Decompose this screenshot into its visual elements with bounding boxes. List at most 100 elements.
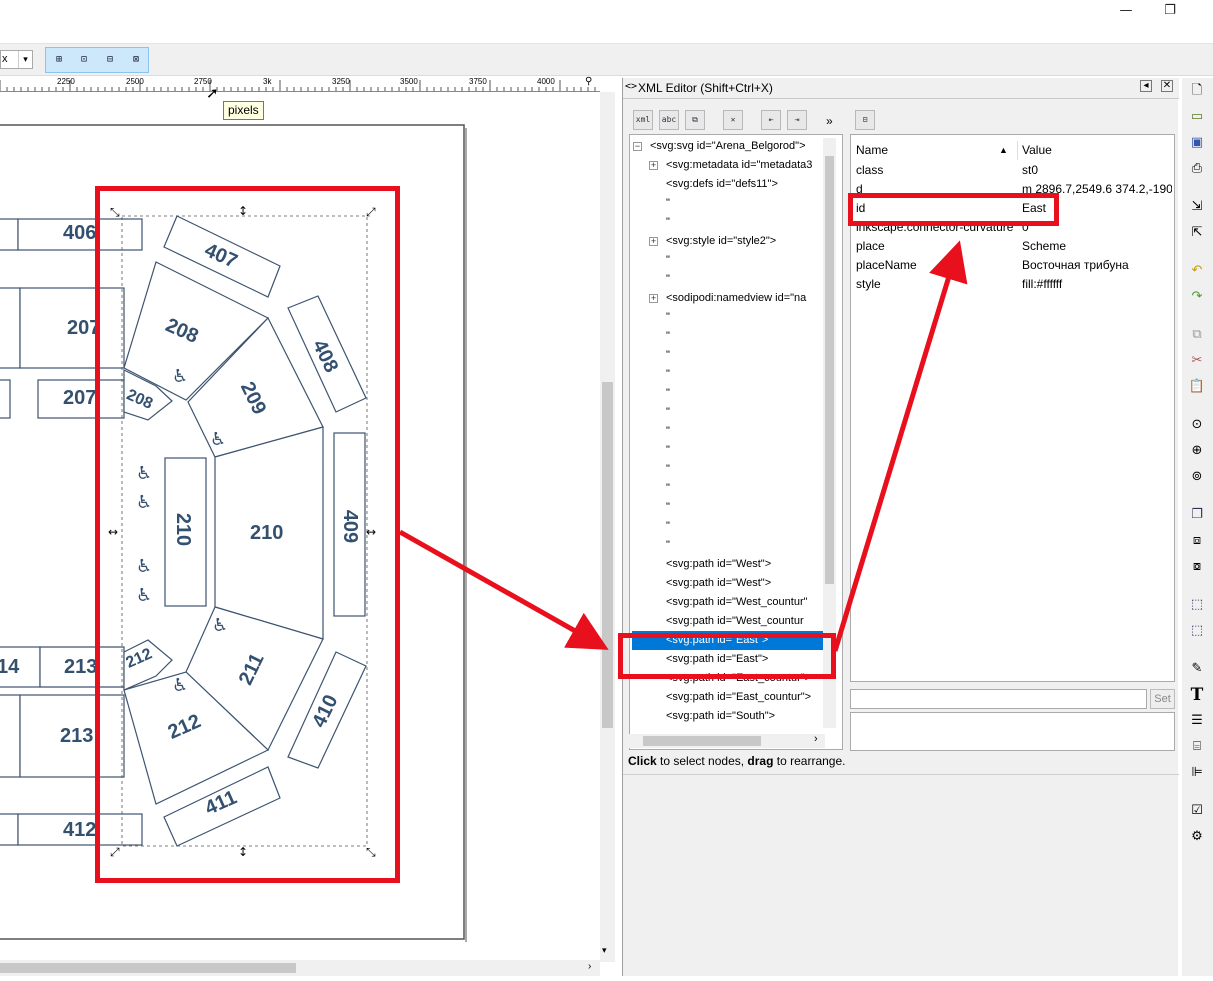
tree-node[interactable]: ": [630, 441, 830, 460]
set-button[interactable]: Set: [1150, 689, 1175, 709]
canvas-vertical-scrollbar[interactable]: ▾: [600, 92, 615, 962]
tree-horizontal-scrollbar[interactable]: ›: [629, 733, 825, 748]
copy-icon[interactable]: ⧉: [1188, 326, 1206, 344]
restore-button[interactable]: ❐: [1158, 2, 1182, 20]
tree-node[interactable]: ": [630, 213, 830, 232]
tree-node[interactable]: ": [630, 346, 830, 365]
expand-node-icon[interactable]: +: [649, 237, 658, 246]
scroll-down-icon[interactable]: ▾: [602, 945, 607, 956]
snap-corner-icon[interactable]: ⊟: [102, 52, 118, 68]
scroll-right-icon[interactable]: ›: [814, 733, 818, 745]
group-icon[interactable]: ⬚: [1188, 596, 1206, 614]
snap-toolbar: x ▾ ⊞ ⊡ ⊟ ⊠: [0, 44, 1213, 76]
redo-icon[interactable]: ↷: [1188, 288, 1206, 306]
save-icon[interactable]: ▣: [1188, 134, 1206, 152]
tree-node[interactable]: <svg:path id="South">: [630, 707, 830, 726]
tree-node[interactable]: ": [630, 517, 830, 536]
delete-attribute-icon[interactable]: ⊟: [855, 110, 875, 130]
unlink-clone-icon[interactable]: ⧇: [1188, 558, 1206, 576]
duplicate-icon[interactable]: ❐: [1188, 506, 1206, 524]
tree-node[interactable]: <svg:defs id="defs11">: [630, 175, 830, 194]
scrollbar-thumb[interactable]: [825, 156, 834, 584]
name-column-header[interactable]: Name: [856, 141, 1016, 160]
tree-node[interactable]: ": [630, 384, 830, 403]
new-element-node-icon[interactable]: xml: [633, 110, 653, 130]
collapse-node-icon[interactable]: −: [633, 142, 642, 151]
unit-select[interactable]: x ▾: [0, 50, 33, 69]
zoom-icon[interactable]: ⚲: [585, 76, 592, 87]
open-folder-icon[interactable]: ▭: [1188, 108, 1206, 126]
tree-node[interactable]: + <svg:style id="style2">: [630, 232, 830, 251]
zoom-page-icon[interactable]: ⊚: [1188, 468, 1206, 486]
tree-node[interactable]: ": [630, 365, 830, 384]
tree-node[interactable]: <svg:path id="East_countur">: [630, 688, 830, 707]
preferences-icon[interactable]: ⚙: [1188, 828, 1206, 846]
attribute-value-input[interactable]: [850, 712, 1175, 751]
undo-icon[interactable]: ↶: [1188, 262, 1206, 280]
tree-node[interactable]: ": [630, 460, 830, 479]
print-icon[interactable]: ⎙: [1188, 160, 1206, 178]
tree-node[interactable]: ": [630, 536, 830, 555]
tree-node[interactable]: <svg:path id="West">: [630, 574, 830, 593]
clone-icon[interactable]: ⧈: [1188, 532, 1206, 550]
zoom-selection-icon[interactable]: ⊙: [1188, 416, 1206, 434]
scrollbar-thumb[interactable]: [0, 963, 296, 973]
indent-node-icon[interactable]: ⇥: [787, 110, 807, 130]
export-icon[interactable]: ⇱: [1188, 224, 1206, 242]
cut-icon[interactable]: ✂: [1188, 352, 1206, 370]
tree-node[interactable]: <svg:path id="West">: [630, 555, 830, 574]
attribute-row[interactable]: place Scheme: [851, 237, 1174, 256]
collapse-panel-icon[interactable]: ◂: [1140, 80, 1152, 92]
tree-node[interactable]: ": [630, 270, 830, 289]
new-document-icon[interactable]: 🗋: [1188, 82, 1206, 100]
xml-editor-icon[interactable]: ⌸: [1188, 738, 1206, 756]
tree-node[interactable]: ": [630, 479, 830, 498]
expand-node-icon[interactable]: +: [649, 294, 658, 303]
ungroup-icon[interactable]: ⬚: [1188, 622, 1206, 640]
snap-grid-icon[interactable]: ⊠: [128, 52, 144, 68]
paste-icon[interactable]: 📋: [1188, 378, 1206, 396]
tree-node[interactable]: ": [630, 251, 830, 270]
attribute-row[interactable]: class st0: [851, 161, 1174, 180]
tree-node[interactable]: − <svg:svg id="Arena_Belgorod">: [630, 137, 830, 156]
attribute-name-input[interactable]: [850, 689, 1147, 709]
snap-bbox-icon[interactable]: ⊞: [51, 52, 67, 68]
expand-node-icon[interactable]: +: [649, 161, 658, 170]
fill-stroke-icon[interactable]: ✎: [1188, 660, 1206, 678]
layers-icon[interactable]: ☰: [1188, 712, 1206, 730]
import-icon[interactable]: ⇲: [1188, 198, 1206, 216]
attribute-row[interactable]: style fill:#ffffff: [851, 275, 1174, 294]
delete-node-icon[interactable]: ✕: [723, 110, 743, 130]
unindent-node-icon[interactable]: ⇤: [761, 110, 781, 130]
minimize-button[interactable]: —: [1114, 2, 1138, 20]
tree-node[interactable]: <svg:path id="West_countur: [630, 612, 830, 631]
snap-edge-icon[interactable]: ⊡: [76, 52, 92, 68]
tree-node[interactable]: ": [630, 403, 830, 422]
tree-node[interactable]: <svg:path id="West_countur": [630, 593, 830, 612]
tree-node[interactable]: ": [630, 194, 830, 213]
scrollbar-thumb[interactable]: [602, 382, 613, 728]
close-panel-icon[interactable]: ✕: [1161, 80, 1173, 92]
horizontal-ruler[interactable]: 2250 2500 2750 3k 3250 3500 3750 4000 ⚲: [0, 76, 600, 92]
tree-node[interactable]: ": [630, 308, 830, 327]
more-tools-icon[interactable]: »: [826, 114, 833, 128]
tree-node[interactable]: ": [630, 327, 830, 346]
tree-node-label: ": [666, 539, 670, 551]
sort-up-icon[interactable]: ▲: [999, 141, 1008, 160]
tree-node[interactable]: + <svg:metadata id="metadata3: [630, 156, 830, 175]
text-font-icon[interactable]: T: [1188, 686, 1206, 704]
scroll-right-icon[interactable]: ›: [588, 961, 591, 972]
document-properties-icon[interactable]: ☑: [1188, 802, 1206, 820]
canvas-horizontal-scrollbar[interactable]: ›: [0, 960, 600, 976]
tree-node[interactable]: ": [630, 422, 830, 441]
align-distribute-icon[interactable]: ⊫: [1188, 764, 1206, 782]
scrollbar-thumb[interactable]: [643, 736, 761, 746]
value-column-header[interactable]: Value: [1017, 141, 1167, 160]
attribute-row[interactable]: placeName Восточная трибуна: [851, 256, 1174, 275]
duplicate-node-icon[interactable]: ⧉: [685, 110, 705, 130]
tree-node[interactable]: ": [630, 498, 830, 517]
tree-node[interactable]: + <sodipodi:namedview id="na: [630, 289, 830, 308]
new-text-node-icon[interactable]: abc: [659, 110, 679, 130]
section-shape: [0, 287, 21, 369]
zoom-drawing-icon[interactable]: ⊕: [1188, 442, 1206, 460]
